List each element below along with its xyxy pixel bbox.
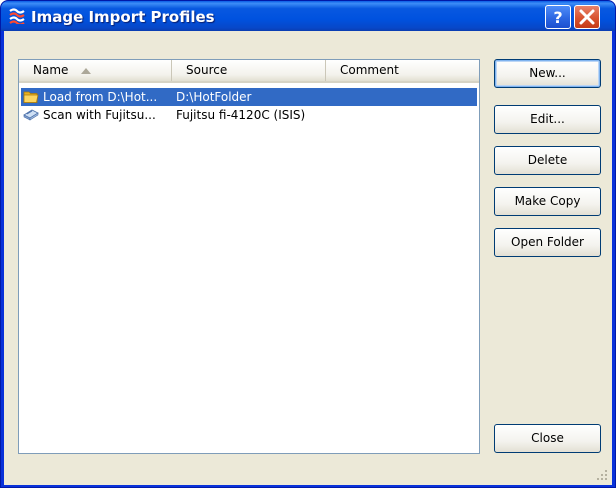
- svg-text:?: ?: [553, 8, 562, 26]
- row-name-cell: Scan with Fujitsu...: [43, 108, 156, 122]
- sort-ascending-icon: [81, 68, 91, 74]
- scanner-icon: [23, 109, 39, 121]
- title-bar[interactable]: Image Import Profiles ?: [1, 1, 615, 31]
- row-source-cell: D:\HotFolder: [176, 90, 252, 104]
- column-header-source-label: Source: [186, 63, 228, 77]
- close-window-button[interactable]: [574, 5, 600, 29]
- close-icon: [579, 9, 595, 25]
- table-row[interactable]: Load from D:\Hot... D:\HotFolder: [21, 88, 477, 106]
- column-header-comment[interactable]: Comment: [326, 60, 479, 81]
- folder-icon: [23, 91, 39, 103]
- resize-grip-icon[interactable]: [596, 469, 608, 481]
- dialog-window: Image Import Profiles ? Name Source Comm…: [0, 0, 616, 488]
- list-header: Name Source Comment: [19, 60, 479, 83]
- column-header-comment-label: Comment: [340, 63, 399, 77]
- dialog-body: Name Source Comment Load from D:\Hot... …: [4, 31, 612, 485]
- new-button[interactable]: New...: [494, 59, 601, 88]
- column-header-name[interactable]: Name: [19, 60, 172, 81]
- column-header-source[interactable]: Source: [172, 60, 326, 81]
- profiles-list[interactable]: Name Source Comment Load from D:\Hot... …: [18, 59, 480, 454]
- help-button[interactable]: ?: [545, 5, 571, 29]
- open-folder-button[interactable]: Open Folder: [494, 228, 601, 257]
- close-button[interactable]: Close: [494, 424, 601, 453]
- row-source-cell: Fujitsu fi-4120C (ISIS): [176, 108, 306, 122]
- delete-button[interactable]: Delete: [494, 146, 601, 175]
- row-name-cell: Load from D:\Hot...: [43, 90, 158, 104]
- edit-button[interactable]: Edit...: [494, 105, 601, 134]
- make-copy-button[interactable]: Make Copy: [494, 187, 601, 216]
- column-header-name-label: Name: [33, 63, 69, 77]
- help-icon: ?: [553, 8, 562, 26]
- window-title: Image Import Profiles: [31, 8, 215, 26]
- app-logo-icon: [9, 8, 25, 24]
- table-row[interactable]: Scan with Fujitsu... Fujitsu fi-4120C (I…: [21, 106, 477, 124]
